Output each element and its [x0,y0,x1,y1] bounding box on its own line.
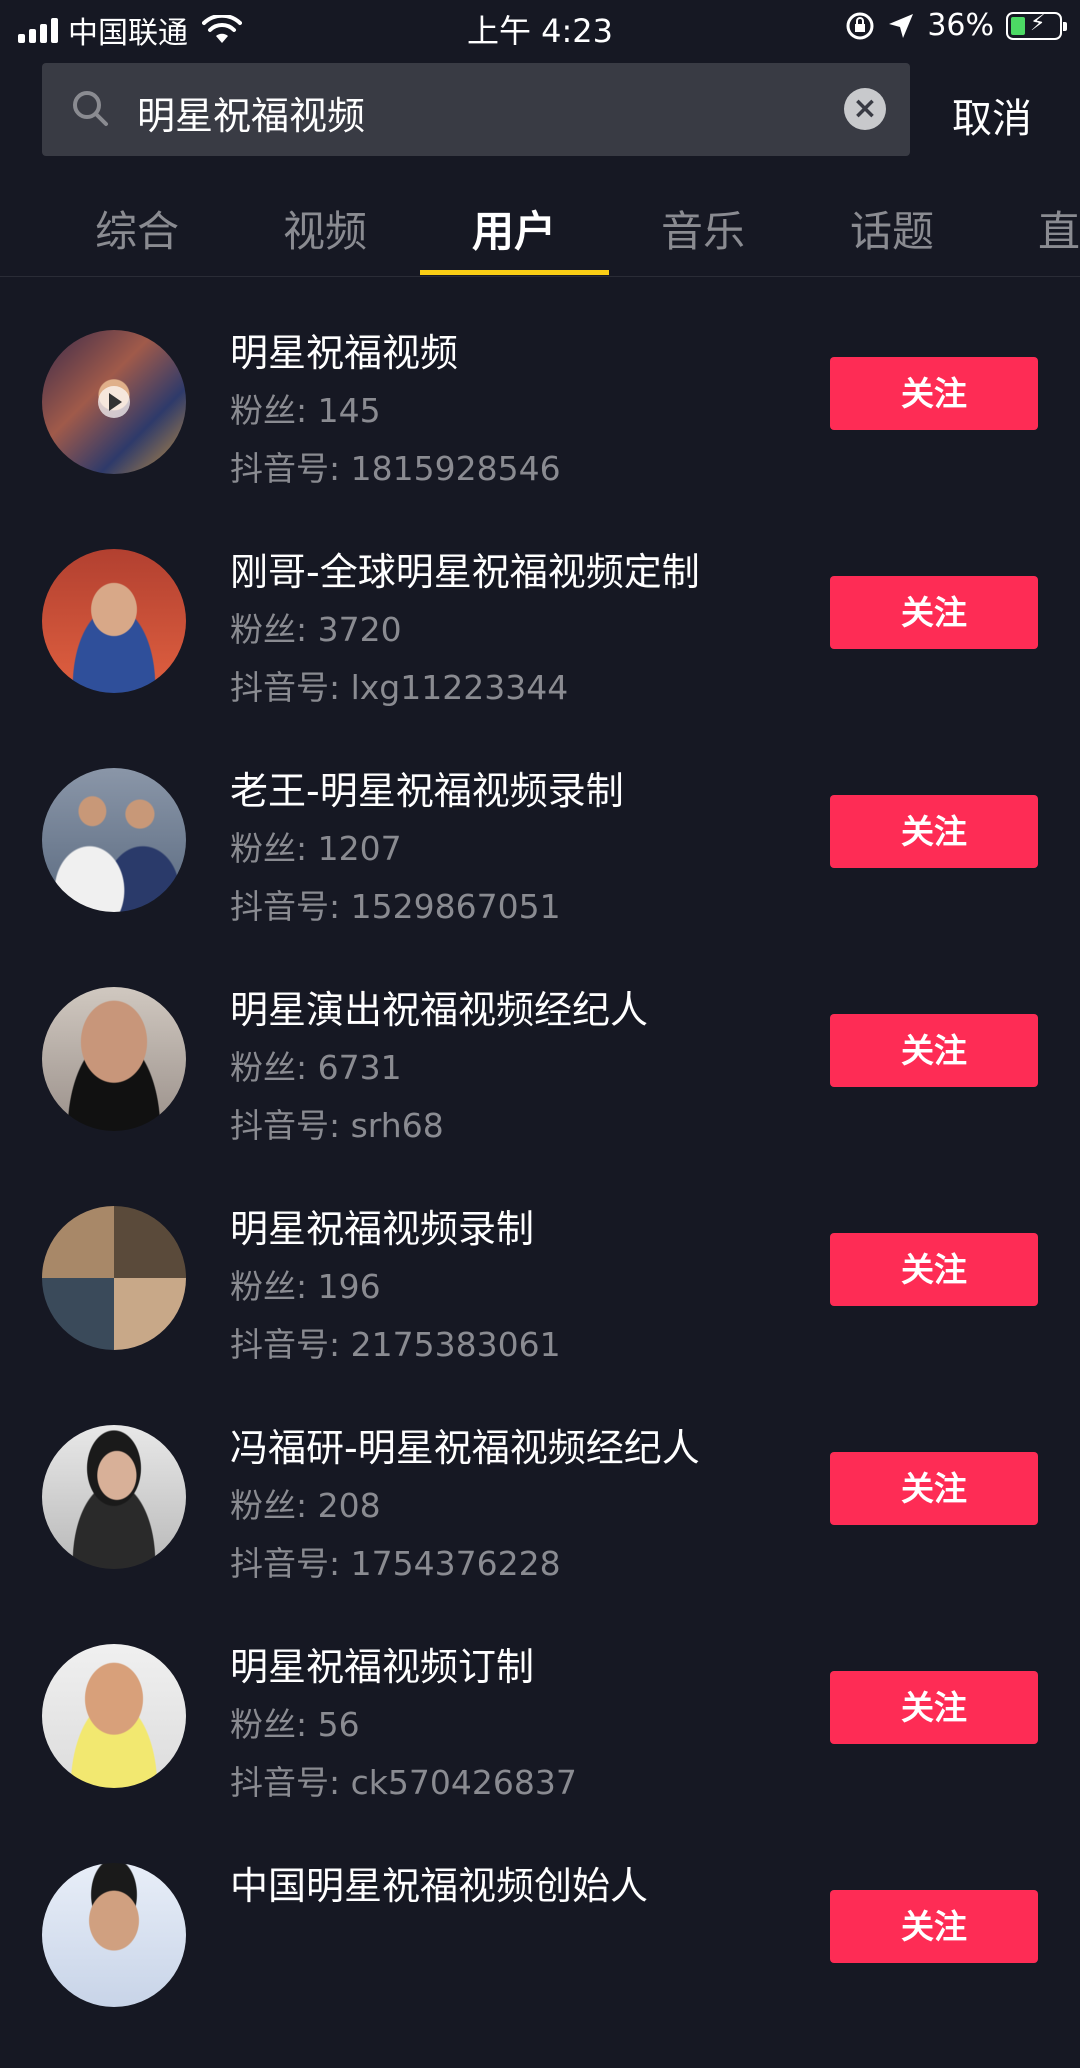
user-name[interactable]: 明星祝福视频录制 [230,1198,534,1253]
battery-percent: 36% [927,8,994,43]
user-fans: 粉丝: 3720 [230,610,402,649]
tab-live[interactable]: 直 [1038,198,1080,259]
tab-active-indicator [420,270,609,275]
clear-icon[interactable]: × [844,88,886,130]
user-name[interactable]: 明星祝福视频 [230,322,458,377]
user-douyin-id: 抖音号: lxg11223344 [230,668,569,707]
user-name[interactable]: 冯福研-明星祝福视频经纪人 [230,1417,700,1472]
user-fans: 粉丝: 6731 [230,1048,402,1087]
status-bar: 中国联通 上午 4:23 36% ⚡ [0,0,1080,56]
user-fans: 粉丝: 56 [230,1705,360,1744]
tab-videos[interactable]: 视频 [283,198,367,259]
search-query-text[interactable]: 明星祝福视频 [137,85,365,140]
follow-button[interactable]: 关注 [830,1233,1038,1306]
user-fans: 粉丝: 196 [230,1267,381,1306]
battery-charging-icon: ⚡ [1006,11,1067,40]
user-row[interactable]: 明星祝福视频录制 粉丝: 196 抖音号: 2175383061 关注 [0,1192,1080,1411]
user-list: 明星祝福视频 粉丝: 145 抖音号: 1815928546 关注 刚哥-全球明… [0,316,1080,2068]
user-douyin-id: 抖音号: 1529867051 [230,887,561,926]
follow-button[interactable]: 关注 [830,576,1038,649]
avatar[interactable] [42,330,186,474]
user-fans: 粉丝: 1207 [230,829,402,868]
user-row[interactable]: 老王-明星祝福视频录制 粉丝: 1207 抖音号: 1529867051 关注 [0,754,1080,973]
avatar[interactable] [42,1206,186,1350]
follow-button[interactable]: 关注 [830,795,1038,868]
user-row[interactable]: 明星演出祝福视频经纪人 粉丝: 6731 抖音号: srh68 关注 [0,973,1080,1192]
user-douyin-id: 抖音号: srh68 [230,1106,444,1145]
user-name[interactable]: 明星祝福视频订制 [230,1636,534,1691]
follow-button[interactable]: 关注 [830,1671,1038,1744]
follow-button[interactable]: 关注 [830,357,1038,430]
tab-music[interactable]: 音乐 [661,198,745,259]
tab-comprehensive[interactable]: 综合 [95,198,179,259]
tab-topics[interactable]: 话题 [850,198,934,259]
avatar[interactable] [42,1644,186,1788]
avatar[interactable] [42,1425,186,1569]
search-icon [73,91,108,126]
user-name[interactable]: 明星演出祝福视频经纪人 [230,979,648,1034]
avatar[interactable] [42,768,186,912]
follow-button[interactable]: 关注 [830,1452,1038,1525]
user-row[interactable]: 明星祝福视频 粉丝: 145 抖音号: 1815928546 关注 [0,316,1080,535]
play-icon [98,386,130,418]
user-row[interactable]: 冯福研-明星祝福视频经纪人 粉丝: 208 抖音号: 1754376228 关注 [0,1411,1080,1630]
user-douyin-id: 抖音号: 1815928546 [230,449,561,488]
user-row[interactable]: 刚哥-全球明星祝福视频定制 粉丝: 3720 抖音号: lxg11223344 … [0,535,1080,754]
search-input[interactable]: 明星祝福视频 × [42,63,910,156]
location-arrow-icon [889,13,914,38]
user-name[interactable]: 刚哥-全球明星祝福视频定制 [230,541,700,596]
status-bar-right: 36% ⚡ [845,8,1067,43]
user-douyin-id: 抖音号: ck570426837 [230,1763,577,1802]
user-douyin-id: 抖音号: 1754376228 [230,1544,561,1583]
follow-button[interactable]: 关注 [830,1014,1038,1087]
tab-users[interactable]: 用户 [472,198,556,259]
user-row[interactable]: 中国明星祝福视频创始人 关注 [0,1849,1080,2068]
avatar[interactable] [42,987,186,1131]
user-name[interactable]: 老王-明星祝福视频录制 [230,760,624,815]
avatar[interactable] [42,549,186,693]
user-fans: 粉丝: 208 [230,1486,381,1525]
cancel-button[interactable]: 取消 [952,86,1032,144]
rotation-lock-icon [846,12,874,39]
user-name[interactable]: 中国明星祝福视频创始人 [230,1855,648,1910]
follow-button[interactable]: 关注 [830,1890,1038,1963]
user-douyin-id: 抖音号: 2175383061 [230,1325,561,1364]
user-row[interactable]: 明星祝福视频订制 粉丝: 56 抖音号: ck570426837 关注 [0,1630,1080,1849]
user-fans: 粉丝: 145 [230,391,381,430]
avatar[interactable] [42,1863,186,2007]
search-tabs: 综合 视频 用户 音乐 话题 直 [0,190,1080,277]
